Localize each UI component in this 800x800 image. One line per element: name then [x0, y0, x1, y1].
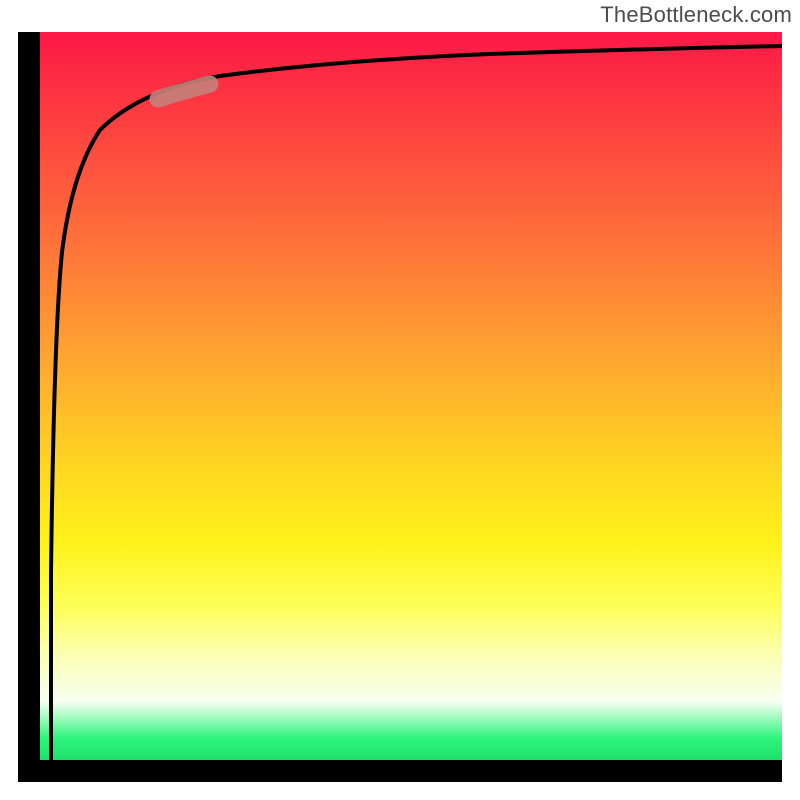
highlight-segment	[158, 84, 210, 99]
bottleneck-curve	[51, 46, 782, 760]
plot-frame	[18, 32, 782, 782]
attribution-text: TheBottleneck.com	[600, 2, 792, 28]
chart-root: TheBottleneck.com	[0, 0, 800, 800]
curve-layer	[40, 32, 782, 760]
